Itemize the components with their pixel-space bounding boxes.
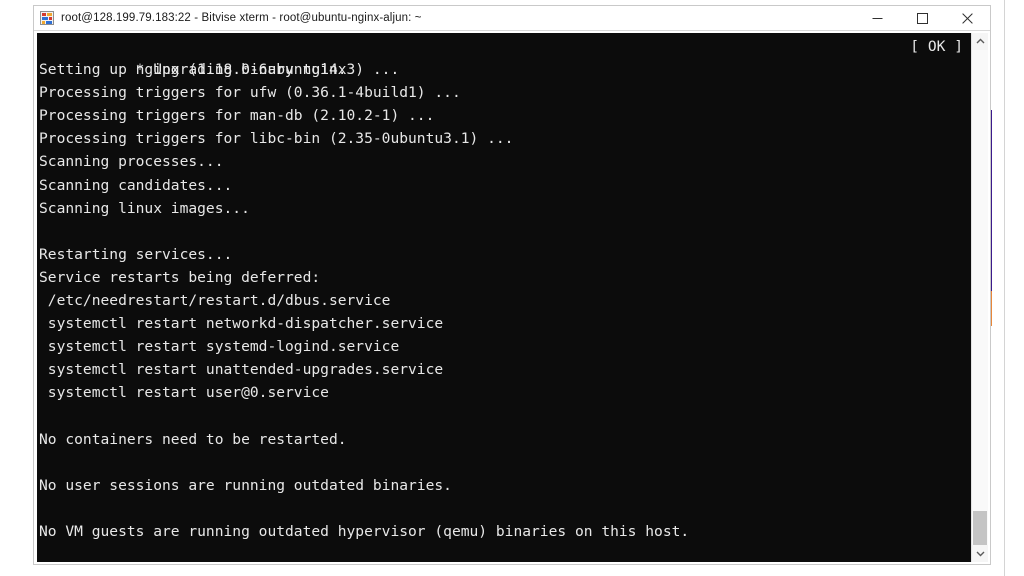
terminal-line-text: systemctl restart systemd-logind.service: [39, 338, 400, 356]
terminal-line-text: Scanning candidates...: [39, 176, 233, 194]
terminal-line: systemctl restart user@0.service: [39, 381, 971, 404]
terminal-line: Scanning candidates...: [39, 174, 971, 197]
terminal-line: * Upgrading binary nginx [ OK ]: [39, 35, 971, 78]
terminal-line-text: Processing triggers for man-db (2.10.2-1…: [39, 107, 435, 125]
terminal-line: /etc/needrestart/restart.d/dbus.service: [39, 289, 971, 312]
terminal-line-text: Setting up nginx (1.18.0-6ubuntu14.3) ..…: [39, 61, 400, 79]
window-controls: [855, 6, 990, 30]
terminal-line-text: /etc/needrestart/restart.d/dbus.service: [39, 292, 391, 310]
close-icon: [962, 12, 973, 24]
window-body: * Upgrading binary nginx [ OK ] Setting …: [34, 31, 990, 564]
maximize-icon: [917, 12, 928, 24]
terminal-line: Restarting services...: [39, 243, 971, 266]
page-background: root@128.199.79.183:22 - Bitvise xterm -…: [0, 0, 1024, 576]
terminal-line: Service restarts being deferred:: [39, 266, 971, 289]
terminal-line: Processing triggers for libc-bin (2.35-0…: [39, 127, 971, 150]
terminal-output[interactable]: * Upgrading binary nginx [ OK ] Setting …: [37, 33, 971, 562]
terminal-window: root@128.199.79.183:22 - Bitvise xterm -…: [33, 5, 991, 565]
maximize-button[interactable]: [900, 6, 945, 30]
terminal-line: systemctl restart unattended-upgrades.se…: [39, 358, 971, 381]
minimize-icon: [872, 17, 883, 19]
terminal-line-text: Processing triggers for libc-bin (2.35-0…: [39, 130, 514, 148]
terminal-line-text: systemctl restart networkd-dispatcher.se…: [39, 315, 444, 333]
terminal-line-text: Scanning processes...: [39, 153, 224, 171]
terminal-line: No VM guests are running outdated hyperv…: [39, 520, 971, 543]
terminal-line: systemctl restart networkd-dispatcher.se…: [39, 312, 971, 335]
terminal-line: Scanning linux images...: [39, 197, 971, 220]
terminal-line: Scanning processes...: [39, 150, 971, 173]
window-titlebar[interactable]: root@128.199.79.183:22 - Bitvise xterm -…: [34, 6, 990, 31]
page-right-divider: [1004, 0, 1005, 576]
terminal-line-text: systemctl restart unattended-upgrades.se…: [39, 361, 444, 379]
terminal-line: No user sessions are running outdated bi…: [39, 474, 971, 497]
scrollbar-track[interactable]: [972, 50, 988, 545]
terminal-line: systemctl restart systemd-logind.service: [39, 335, 971, 358]
minimize-button[interactable]: [855, 6, 900, 30]
close-button[interactable]: [945, 6, 990, 30]
terminal-line-text: Scanning linux images...: [39, 199, 250, 217]
terminal-line-text: Restarting services...: [39, 245, 233, 263]
terminal-line-text: No containers need to be restarted.: [39, 430, 347, 448]
terminal-line: Processing triggers for man-db (2.10.2-1…: [39, 104, 971, 127]
chevron-up-icon: [976, 38, 984, 44]
scrollbar-thumb[interactable]: [973, 511, 987, 545]
status-badge-ok: [ OK ]: [910, 38, 963, 55]
chevron-down-icon: [976, 551, 984, 557]
bitvise-app-icon: [40, 11, 54, 25]
terminal-prompt-line[interactable]: root@ubuntu-nginx-aljun:~#: [39, 543, 971, 562]
terminal-line-text: Service restarts being deferred:: [39, 268, 321, 286]
terminal-line-text: Processing triggers for ufw (0.36.1-4bui…: [39, 84, 461, 102]
terminal-scrollbar[interactable]: [971, 33, 988, 562]
terminal-line: Processing triggers for ufw (0.36.1-4bui…: [39, 81, 971, 104]
terminal-line: Setting up nginx (1.18.0-6ubuntu14.3) ..…: [39, 58, 971, 81]
terminal-line-text: No user sessions are running outdated bi…: [39, 476, 452, 494]
terminal-line: No containers need to be restarted.: [39, 428, 971, 451]
terminal-line-text: No VM guests are running outdated hyperv…: [39, 522, 690, 540]
terminal-line-text: systemctl restart user@0.service: [39, 384, 329, 402]
window-title: root@128.199.79.183:22 - Bitvise xterm -…: [61, 12, 422, 24]
scroll-down-arrow-button[interactable]: [972, 545, 988, 562]
scroll-up-arrow-button[interactable]: [972, 33, 988, 50]
